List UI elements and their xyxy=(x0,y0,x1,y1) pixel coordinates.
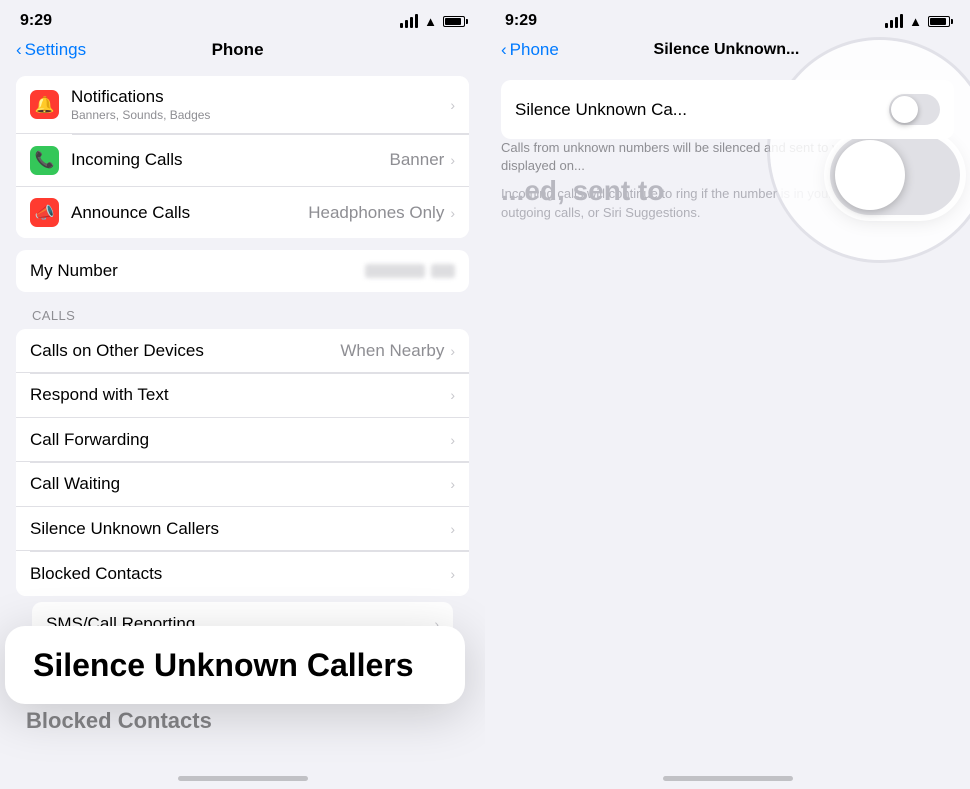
calls-other-devices-label: Calls on Other Devices xyxy=(30,341,340,361)
home-indicator-left xyxy=(178,776,308,781)
status-bar-right: 9:29 ▲ xyxy=(485,0,970,36)
call-forwarding-label: Call Forwarding xyxy=(30,430,450,450)
toggle-zoomed[interactable] xyxy=(830,135,960,215)
notifications-sublabel: Banners, Sounds, Badges xyxy=(71,108,450,122)
right-phone-screen: 9:29 ▲ ‹ Phone Silence Unknown... Silenc… xyxy=(485,0,970,789)
chevron-icon-8: › xyxy=(450,521,455,537)
back-chevron-icon: ‹ xyxy=(16,40,22,60)
my-number-section: My Number xyxy=(16,250,469,292)
calls-other-devices-value: When Nearby xyxy=(340,341,444,361)
signal-icon xyxy=(400,14,418,28)
calls-other-devices-item[interactable]: Calls on Other Devices When Nearby › xyxy=(16,329,469,373)
back-button-right[interactable]: ‹ Phone xyxy=(501,40,559,60)
zoom-circle xyxy=(770,40,970,260)
status-icons-left: ▲ xyxy=(400,14,465,29)
blocked-contacts-label: Blocked Contacts xyxy=(30,564,450,584)
toggle-zoomed-knob xyxy=(835,140,905,210)
back-label-right: Phone xyxy=(510,40,559,60)
call-waiting-item[interactable]: Call Waiting › xyxy=(16,463,469,507)
notifications-icon: 🔔 xyxy=(30,90,59,119)
status-time-left: 9:29 xyxy=(20,12,52,30)
chevron-icon-7: › xyxy=(450,476,455,492)
silence-bubble-text: Silence Unknown Callers xyxy=(33,646,437,684)
toggle-knob xyxy=(891,96,918,123)
status-bar-left: 9:29 ▲ xyxy=(0,0,485,36)
incoming-calls-item[interactable]: 📞 Incoming Calls Banner › xyxy=(16,135,469,187)
battery-icon-right xyxy=(928,16,950,27)
silence-unknown-callers-label: Silence Unknown Callers xyxy=(30,519,450,539)
top-settings-list: 🔔 Notifications Banners, Sounds, Badges … xyxy=(16,76,469,238)
my-number-label: My Number xyxy=(30,261,118,281)
wifi-icon: ▲ xyxy=(424,14,437,29)
chevron-icon: › xyxy=(450,97,455,113)
chevron-icon-3: › xyxy=(450,205,455,221)
notifications-item[interactable]: 🔔 Notifications Banners, Sounds, Badges … xyxy=(16,76,469,134)
big-overlay-text-content: ...ed, sent to xyxy=(501,175,664,206)
back-label-left: Settings xyxy=(25,40,86,60)
blocked-partial-text: Blocked Contacts xyxy=(26,708,212,733)
announce-calls-label: Announce Calls xyxy=(71,203,308,223)
back-chevron-icon-right: ‹ xyxy=(501,40,507,60)
chevron-icon-2: › xyxy=(450,152,455,168)
my-number-card: My Number xyxy=(16,250,469,292)
call-forwarding-item[interactable]: Call Forwarding › xyxy=(16,418,469,462)
silence-toggle[interactable] xyxy=(889,94,940,125)
nav-bar-left: ‹ Settings Phone xyxy=(0,36,485,70)
incoming-calls-value: Banner xyxy=(390,150,445,170)
announce-calls-icon: 📣 xyxy=(30,198,59,227)
silence-setting-row: Silence Unknown Ca... xyxy=(501,80,954,139)
announce-calls-value: Headphones Only xyxy=(308,203,444,223)
status-icons-right: ▲ xyxy=(885,14,950,29)
blocked-contacts-item[interactable]: Blocked Contacts › xyxy=(16,552,469,596)
calls-section-header: CALLS xyxy=(0,292,485,329)
respond-with-text-label: Respond with Text xyxy=(30,385,450,405)
signal-icon-right xyxy=(885,14,903,28)
wifi-icon-right: ▲ xyxy=(909,14,922,29)
chevron-icon-4: › xyxy=(450,343,455,359)
phone-number-blur xyxy=(365,264,425,278)
notifications-label: Notifications xyxy=(71,87,450,107)
back-button-left[interactable]: ‹ Settings xyxy=(16,40,86,60)
nav-title-left: Phone xyxy=(86,40,389,60)
calls-settings-list: Calls on Other Devices When Nearby › Res… xyxy=(16,329,469,596)
silence-bubble-overlay: Silence Unknown Callers xyxy=(5,626,465,704)
blocked-partial-area: Blocked Contacts xyxy=(26,708,459,734)
my-number-value xyxy=(365,264,455,278)
incoming-calls-label: Incoming Calls xyxy=(71,150,390,170)
chevron-icon-6: › xyxy=(450,432,455,448)
silence-setting-label: Silence Unknown Ca... xyxy=(515,100,889,120)
battery-icon xyxy=(443,16,465,27)
call-waiting-label: Call Waiting xyxy=(30,474,450,494)
incoming-calls-icon: 📞 xyxy=(30,146,59,175)
respond-with-text-item[interactable]: Respond with Text › xyxy=(16,374,469,418)
left-phone-screen: 9:29 ▲ ‹ Settings Phone 🔔 xyxy=(0,0,485,789)
silence-unknown-callers-item[interactable]: Silence Unknown Callers › xyxy=(16,507,469,551)
announce-calls-item[interactable]: 📣 Announce Calls Headphones Only › xyxy=(16,187,469,238)
chevron-icon-5: › xyxy=(450,387,455,403)
status-time-right: 9:29 xyxy=(505,12,537,30)
phone-number-blur-2 xyxy=(431,264,455,278)
chevron-icon-9: › xyxy=(450,566,455,582)
home-indicator-right xyxy=(663,776,793,781)
